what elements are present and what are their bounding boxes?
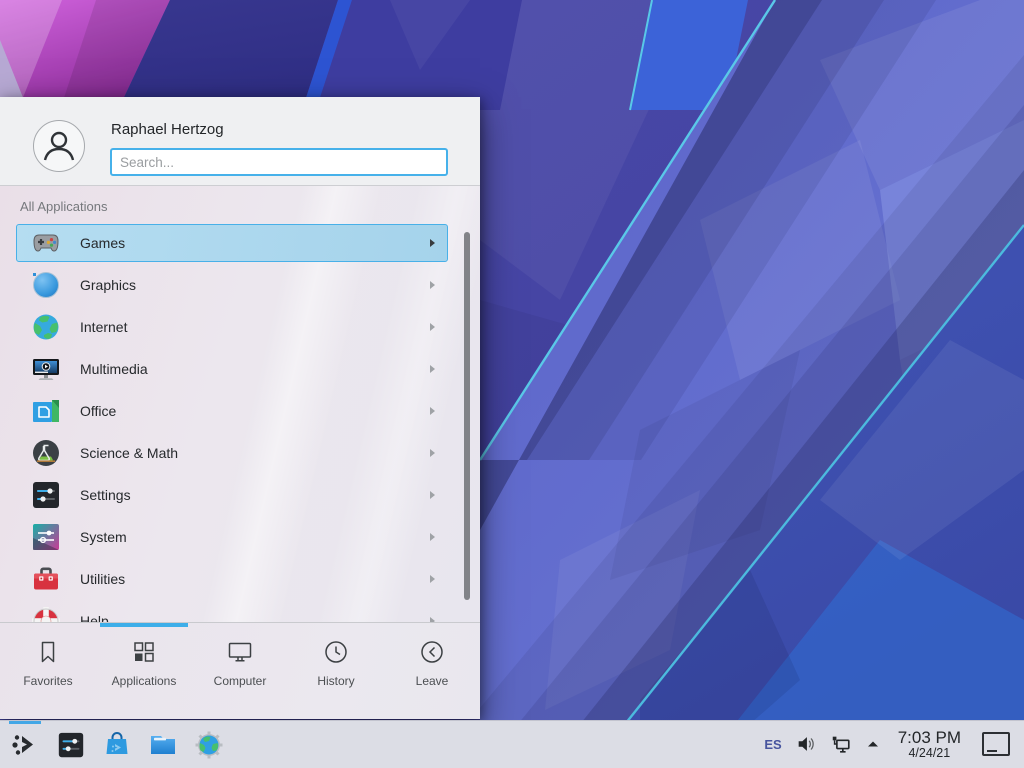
launcher-header: Raphael Hertzog (0, 97, 480, 186)
section-label: All Applications (20, 199, 107, 214)
application-launcher-menu: Raphael Hertzog All Applications Games G… (0, 97, 480, 719)
settings-icon (56, 730, 86, 760)
launcher-icon (10, 730, 40, 760)
submenu-arrow-icon (430, 491, 435, 499)
menu-item-games[interactable]: Games (16, 224, 448, 262)
menu-item-label: Games (80, 235, 430, 251)
history-icon (322, 638, 350, 666)
launcher-tab-bar: Favorites Applications Computer History … (0, 622, 480, 719)
app-launcher-button[interactable] (10, 730, 40, 760)
user-avatar[interactable] (33, 120, 85, 172)
file-manager-button[interactable] (148, 730, 178, 760)
active-tab-indicator (100, 623, 188, 627)
tray-expander-caret-up-icon[interactable] (865, 736, 881, 752)
discover-icon (102, 730, 132, 760)
web-browser-button[interactable] (194, 730, 224, 760)
show-desktop-button[interactable] (982, 732, 1010, 756)
utilities-icon (30, 563, 62, 595)
multimedia-icon (30, 353, 62, 385)
applications-icon (130, 638, 158, 666)
office-icon (30, 395, 62, 427)
volume-icon[interactable] (795, 733, 817, 755)
tab-label: Computer (214, 674, 267, 688)
menu-item-label: Graphics (80, 277, 430, 293)
tab-applications[interactable]: Applications (96, 638, 192, 719)
menu-item-internet[interactable]: Internet (16, 308, 448, 346)
discover-button[interactable] (102, 730, 132, 760)
menu-item-label: Science & Math (80, 445, 430, 461)
menu-item-graphics[interactable]: Graphics (16, 266, 448, 304)
menu-item-label: Help (80, 613, 430, 622)
menu-item-multimedia[interactable]: Multimedia (16, 350, 448, 388)
tab-label: Favorites (23, 674, 72, 688)
submenu-arrow-icon (430, 281, 435, 289)
tab-leave[interactable]: Leave (384, 638, 480, 719)
list-scrollbar[interactable] (464, 232, 470, 600)
submenu-arrow-icon (430, 449, 435, 457)
menu-item-system[interactable]: System (16, 518, 448, 556)
menu-item-science-math[interactable]: Science & Math (16, 434, 448, 472)
system-settings-button[interactable] (56, 730, 86, 760)
menu-item-label: Multimedia (80, 361, 430, 377)
digital-clock[interactable]: 7:03 PM 4/24/21 (898, 729, 961, 760)
clock-date: 4/24/21 (898, 747, 961, 760)
internet-icon (30, 311, 62, 343)
leave-icon (418, 638, 446, 666)
system-icon (30, 521, 62, 553)
application-list: All Applications Games Graphics Internet… (0, 186, 480, 622)
submenu-arrow-icon (430, 533, 435, 541)
tab-label: History (317, 674, 354, 688)
user-name: Raphael Hertzog (111, 121, 448, 138)
tab-favorites[interactable]: Favorites (0, 638, 96, 719)
submenu-arrow-icon (430, 407, 435, 415)
user-icon (34, 121, 84, 171)
menu-item-settings[interactable]: Settings (16, 476, 448, 514)
browser-icon (194, 730, 224, 760)
clock-time: 7:03 PM (898, 729, 961, 747)
menu-item-utilities[interactable]: Utilities (16, 560, 448, 598)
computer-icon (226, 638, 254, 666)
favorites-icon (34, 638, 62, 666)
tab-computer[interactable]: Computer (192, 638, 288, 719)
desktop: { "accent_color": "#3daee9", "menu": { "… (0, 0, 1024, 768)
menu-item-label: Utilities (80, 571, 430, 587)
help-icon (30, 605, 62, 622)
menu-item-label: Settings (80, 487, 430, 503)
system-tray: ES 7:03 PM 4/24/21 (764, 729, 1024, 760)
submenu-arrow-icon (430, 323, 435, 331)
science-icon (30, 437, 62, 469)
keyboard-layout-indicator[interactable]: ES (764, 737, 781, 752)
graphics-icon (30, 269, 62, 301)
games-icon (30, 227, 62, 259)
submenu-arrow-icon (430, 365, 435, 373)
menu-item-office[interactable]: Office (16, 392, 448, 430)
tab-label: Leave (416, 674, 449, 688)
search-input[interactable] (110, 148, 448, 176)
network-icon[interactable] (830, 733, 852, 755)
menu-item-label: Office (80, 403, 430, 419)
menu-item-label: Internet (80, 319, 430, 335)
submenu-arrow-icon (430, 575, 435, 583)
menu-item-help[interactable]: Help (16, 602, 448, 622)
folder-icon (148, 730, 178, 760)
tab-history[interactable]: History (288, 638, 384, 719)
taskbar: ES 7:03 PM 4/24/21 (0, 720, 1024, 768)
tab-label: Applications (112, 674, 177, 688)
menu-item-label: System (80, 529, 430, 545)
settings-icon (30, 479, 62, 511)
submenu-arrow-icon (430, 239, 435, 247)
